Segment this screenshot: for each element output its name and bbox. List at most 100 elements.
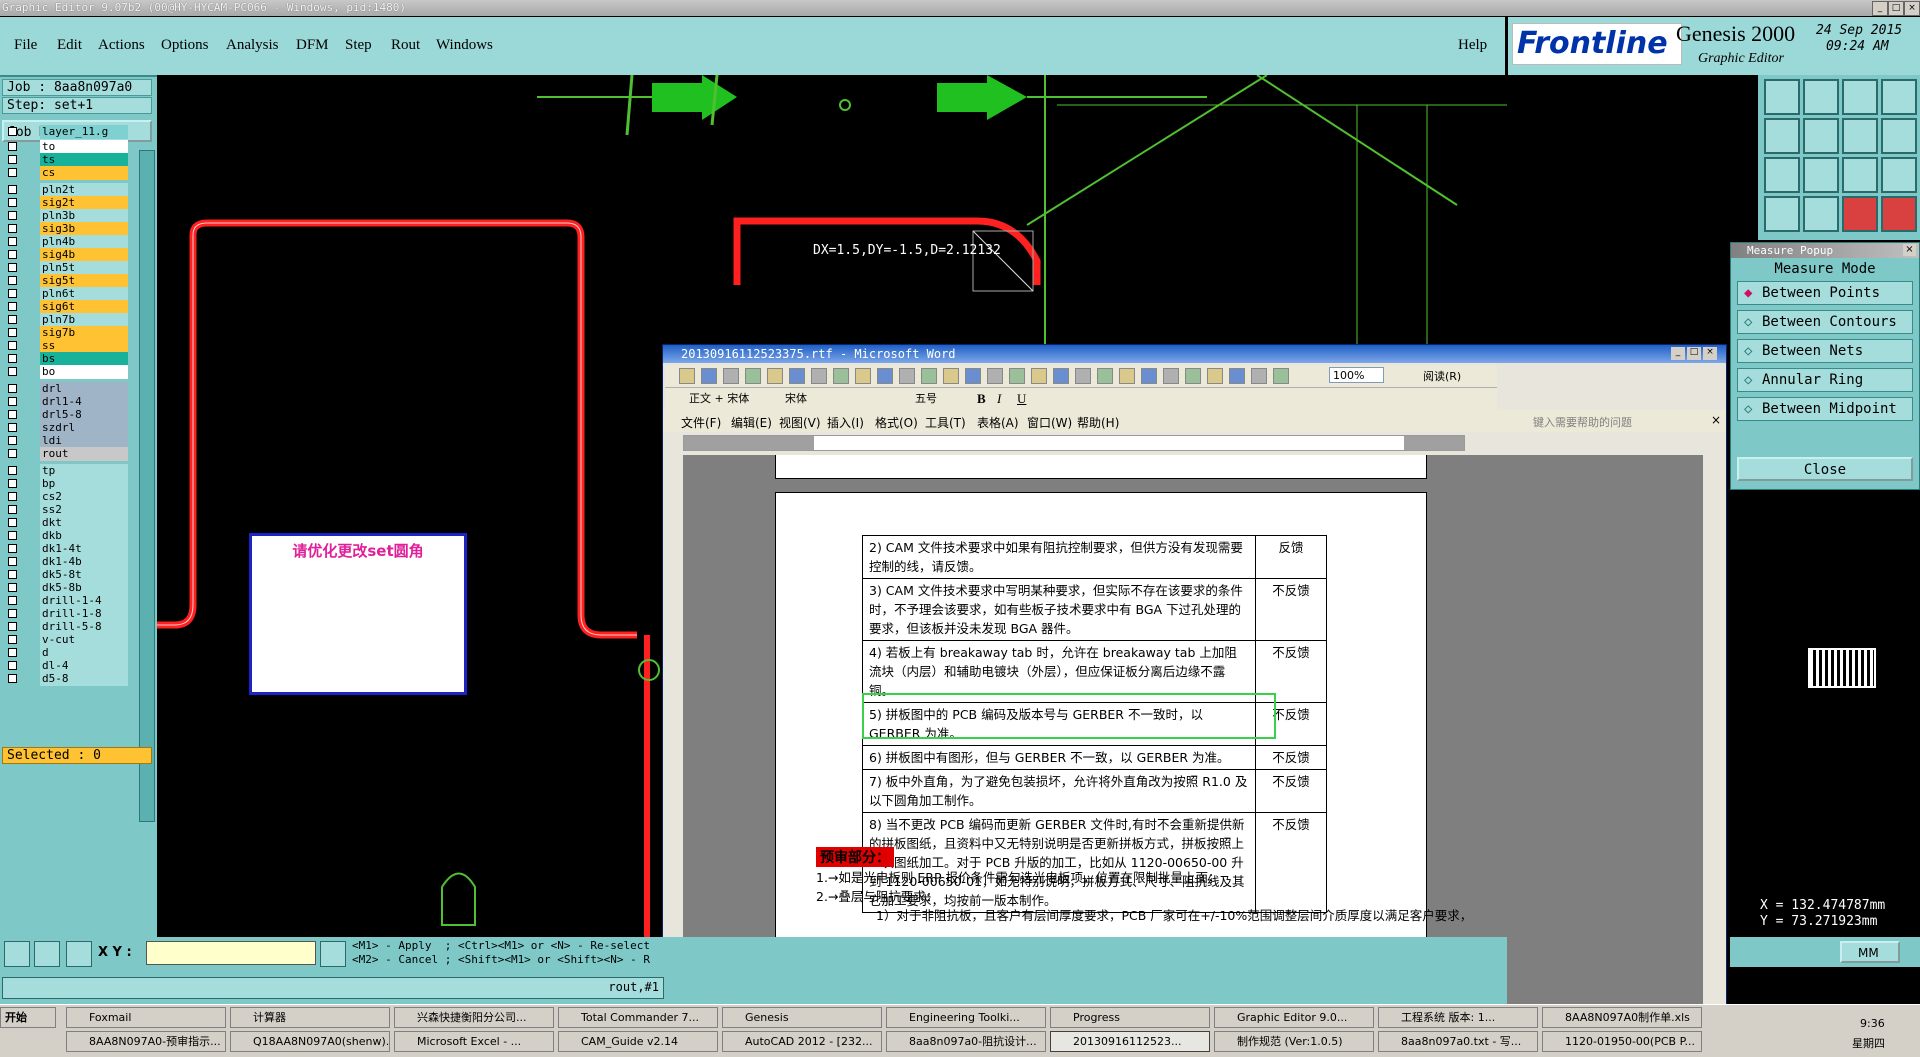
toolbar-icon[interactable] — [1185, 368, 1201, 384]
word-minimize-button[interactable]: _ — [1671, 347, 1685, 360]
word-menu-file[interactable]: 文件(F) — [681, 414, 721, 431]
toolbar-icon[interactable] — [1207, 368, 1223, 384]
taskbar-item[interactable]: CAM_Guide v2.14 — [558, 1031, 718, 1052]
zoom-select[interactable]: 100% — [1329, 367, 1384, 383]
net-icon[interactable] — [1842, 196, 1878, 232]
layer-row-drl1-4[interactable]: drl1-4 — [6, 395, 128, 409]
fit-icon[interactable] — [1764, 157, 1800, 193]
units-select[interactable]: MM — [1840, 941, 1900, 963]
toolbar-icon[interactable] — [1053, 368, 1069, 384]
snap-icon[interactable] — [1842, 118, 1878, 154]
layer-checkbox[interactable] — [8, 492, 17, 501]
layer-row-pln3b[interactable]: pln3b — [6, 209, 128, 223]
layer-row-sig4b[interactable]: sig4b — [6, 248, 128, 262]
layer-row-rout[interactable]: rout — [6, 447, 128, 461]
layer-row-pln2t[interactable]: pln2t — [6, 183, 128, 197]
toolbar-icon[interactable] — [1229, 368, 1245, 384]
layer-row-pln5t[interactable]: pln5t — [6, 261, 128, 275]
underline-button[interactable]: U — [1017, 391, 1026, 407]
maximize-button[interactable]: □ — [1888, 1, 1904, 16]
taskbar-item[interactable]: Progress — [1050, 1007, 1210, 1028]
layer-checkbox[interactable] — [8, 341, 17, 350]
taskbar-item[interactable]: 8aa8n097a0.txt - 写... — [1378, 1031, 1538, 1052]
layer-row-dkb[interactable]: dkb — [6, 529, 128, 543]
taskbar-item[interactable]: Foxmail — [66, 1007, 226, 1028]
layer-checkbox[interactable] — [8, 410, 17, 419]
layer-row-dkt[interactable]: dkt — [6, 516, 128, 530]
taskbar-item[interactable]: Microsoft Excel - ... — [394, 1031, 554, 1052]
taskbar-item[interactable]: AutoCAD 2012 - [232... — [722, 1031, 882, 1052]
xy-input[interactable] — [146, 941, 316, 965]
toolbar-icon[interactable] — [965, 368, 981, 384]
toolbar-icon[interactable] — [811, 368, 827, 384]
help-search-input[interactable]: 键入需要帮助的问题 — [1533, 414, 1632, 430]
taskbar-item[interactable]: 20130916112523... — [1050, 1031, 1210, 1052]
toolbar-icon[interactable] — [767, 368, 783, 384]
layer-checkbox[interactable] — [8, 622, 17, 631]
grid-tool-button[interactable] — [66, 941, 92, 967]
layer-checkbox[interactable] — [8, 302, 17, 311]
menu-windows[interactable]: Windows — [436, 37, 493, 54]
taskbar-item[interactable]: 工程系统 版本: 1... — [1378, 1007, 1538, 1028]
draw-tool-button[interactable] — [34, 941, 60, 967]
read-mode-button[interactable]: 阅读(R) — [1423, 368, 1461, 384]
taskbar-item[interactable]: 8AA8N097A0-预审指示... — [66, 1031, 226, 1052]
zoom-tool-button[interactable] — [4, 941, 30, 967]
layer-checkbox[interactable] — [8, 466, 17, 475]
taskbar-item[interactable]: 1120-01950-00(PCB P... — [1542, 1031, 1702, 1052]
layer-checkbox[interactable] — [8, 518, 17, 527]
probe-icon[interactable] — [1803, 196, 1839, 232]
layer-checkbox[interactable] — [8, 224, 17, 233]
layer-scrollbar[interactable] — [139, 150, 155, 822]
layer-row-sig7b[interactable]: sig7b — [6, 326, 128, 340]
layer-row-drl5-8[interactable]: drl5-8 — [6, 408, 128, 422]
toolbar-icon[interactable] — [987, 368, 1003, 384]
measure-annular-ring[interactable]: ◇ Annular Ring — [1737, 368, 1913, 392]
ratio-icon[interactable] — [1842, 157, 1878, 193]
layer-row-cs[interactable]: cs — [6, 166, 128, 180]
layer-row-layer-11-g[interactable]: layer_11.g — [6, 125, 128, 139]
layer-checkbox[interactable] — [8, 423, 17, 432]
size-select[interactable]: 五号 — [915, 391, 955, 407]
layer-checkbox[interactable] — [8, 354, 17, 363]
help-icon[interactable] — [1881, 157, 1917, 193]
measure-between-contours[interactable]: ◇ Between Contours — [1737, 310, 1913, 334]
taskbar-item[interactable]: 计算器 — [230, 1007, 390, 1028]
toolbar-icon[interactable] — [921, 368, 937, 384]
toolbar-icon[interactable] — [789, 368, 805, 384]
layer-checkbox[interactable] — [8, 544, 17, 553]
layer-row-ldi[interactable]: ldi — [6, 434, 128, 448]
menu-rout[interactable]: Rout — [391, 37, 420, 54]
taskbar-item[interactable]: Graphic Editor 9.0... — [1214, 1007, 1374, 1028]
start-button[interactable]: 开始 — [0, 1007, 56, 1028]
style-select[interactable]: 正文 + 宋体 — [689, 391, 769, 407]
minimize-button[interactable]: _ — [1872, 1, 1888, 16]
toolbar-icon[interactable] — [877, 368, 893, 384]
layer-checkbox[interactable] — [8, 263, 17, 272]
taskbar-item[interactable]: 8AA8N097A0制作单.xls — [1542, 1007, 1702, 1028]
step-icon[interactable] — [1881, 118, 1917, 154]
layer-checkbox[interactable] — [8, 328, 17, 337]
layer-checkbox[interactable] — [8, 315, 17, 324]
layer-row-bo[interactable]: bo — [6, 365, 128, 379]
toolbar-icon[interactable] — [1119, 368, 1135, 384]
word-close-button[interactable]: × — [1703, 347, 1717, 360]
toolbar-icon[interactable] — [1273, 368, 1289, 384]
menu-dfm[interactable]: DFM — [296, 37, 329, 54]
layer-row-dk1-4t[interactable]: dk1-4t — [6, 542, 128, 556]
toolbar-icon[interactable] — [899, 368, 915, 384]
toolbar-icon[interactable] — [1163, 368, 1179, 384]
toolbar-icon[interactable] — [943, 368, 959, 384]
layer-checkbox[interactable] — [8, 367, 17, 376]
menu-help[interactable]: Help — [1458, 37, 1487, 54]
layers-icon[interactable] — [1764, 196, 1800, 232]
layer-checkbox[interactable] — [8, 557, 17, 566]
layer-checkbox[interactable] — [8, 449, 17, 458]
taskbar-item[interactable]: Q18AA8N097A0(shenw)... — [230, 1031, 390, 1052]
toolbar-icon[interactable] — [1251, 368, 1267, 384]
layer-row-bp[interactable]: bp — [6, 477, 128, 491]
layer-row-d5-8[interactable]: d5-8 — [6, 672, 128, 686]
layer-row-dl-4[interactable]: dl-4 — [6, 659, 128, 673]
toolbar-icon[interactable] — [1097, 368, 1113, 384]
menu-step[interactable]: Step — [345, 37, 372, 54]
